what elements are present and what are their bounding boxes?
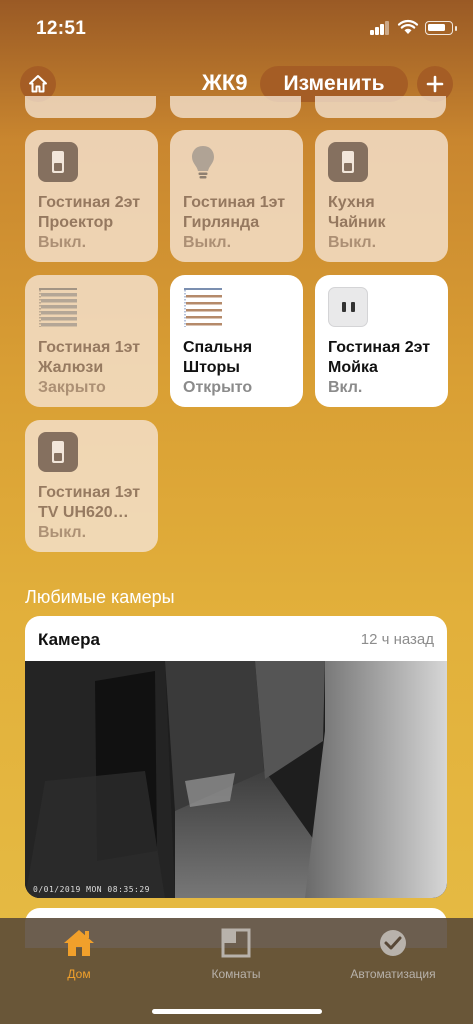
switch-icon [38, 142, 78, 182]
tile-status: Вкл. [328, 379, 363, 396]
tile-name: Гостиная 1эт Гирлянда [183, 194, 286, 231]
plus-icon [426, 75, 444, 93]
status-bar: 12:51 [0, 0, 473, 58]
tile-partial[interactable] [315, 96, 446, 118]
tab-label: Комнаты [211, 967, 261, 981]
accessory-tile[interactable]: Гостиная 1эт TV UH620… Выкл. [25, 420, 158, 552]
camera-card[interactable]: Камера 12 ч назад 0/01/2019 MON 08:35:29 [25, 616, 447, 898]
home-title: ЖК9 [202, 70, 248, 95]
blinds-icon [39, 288, 77, 327]
tile-name: Гостиная 2эт Мойка [328, 339, 431, 376]
house-icon [64, 930, 94, 956]
switch-icon [328, 142, 368, 182]
tile-status: Выкл. [38, 524, 87, 541]
tile-name: Гостиная 1эт TV UH620… [38, 484, 141, 521]
cameras-section-title: Любимые камеры [25, 587, 175, 607]
camera-time-ago: 12 ч назад [360, 631, 434, 648]
cellular-signal-icon [370, 21, 390, 35]
tab-automation[interactable]: Автоматизация [318, 928, 468, 981]
rooms-icon [221, 928, 251, 958]
switch-icon [38, 432, 78, 472]
camera-timestamp: 0/01/2019 MON 08:35:29 [33, 885, 150, 894]
camera-snapshot[interactable]: 0/01/2019 MON 08:35:29 [25, 661, 447, 898]
tab-rooms[interactable]: Комнаты [161, 928, 311, 981]
tile-name: Спальня Шторы [183, 339, 253, 376]
blinds-icon [184, 288, 222, 327]
tab-label: Автоматизация [350, 967, 436, 981]
status-time: 12:51 [36, 18, 87, 39]
clock-icon [380, 930, 406, 956]
wifi-icon [397, 19, 419, 34]
accessory-tile[interactable]: Спальня Шторы Открыто [170, 275, 303, 407]
tile-partial[interactable] [170, 96, 301, 118]
tab-home[interactable]: Дом [4, 928, 154, 981]
accessory-tile[interactable]: Кухня Чайник Выкл. [315, 130, 448, 262]
camera-image [25, 661, 447, 898]
house-icon [29, 75, 47, 93]
tile-status: Открыто [183, 379, 253, 396]
tile-status: Выкл. [328, 234, 377, 251]
bulb-icon [192, 146, 214, 179]
tile-status: Выкл. [38, 234, 87, 251]
tile-name: Гостиная 1эт Жалюзи [38, 339, 141, 376]
tile-name: Гостиная 2эт Проектор [38, 194, 141, 231]
home-indicator[interactable] [152, 1009, 322, 1014]
camera-name: Камера [38, 630, 100, 649]
tile-status: Закрыто [38, 379, 106, 396]
accessory-tile[interactable]: Гостиная 1эт Жалюзи Закрыто [25, 275, 158, 407]
tile-status: Выкл. [183, 234, 232, 251]
battery-icon [425, 21, 457, 35]
accessory-tile[interactable]: Гостиная 2эт Проектор Выкл. [25, 130, 158, 262]
tile-name: Кухня Чайник [328, 194, 386, 231]
tile-partial[interactable] [25, 96, 156, 118]
accessory-tile[interactable]: Гостиная 1эт Гирлянда Выкл. [170, 130, 303, 262]
accessory-tile[interactable]: Гостиная 2эт Мойка Вкл. [315, 275, 448, 407]
outlet-icon [328, 287, 368, 327]
tab-label: Дом [67, 967, 91, 981]
